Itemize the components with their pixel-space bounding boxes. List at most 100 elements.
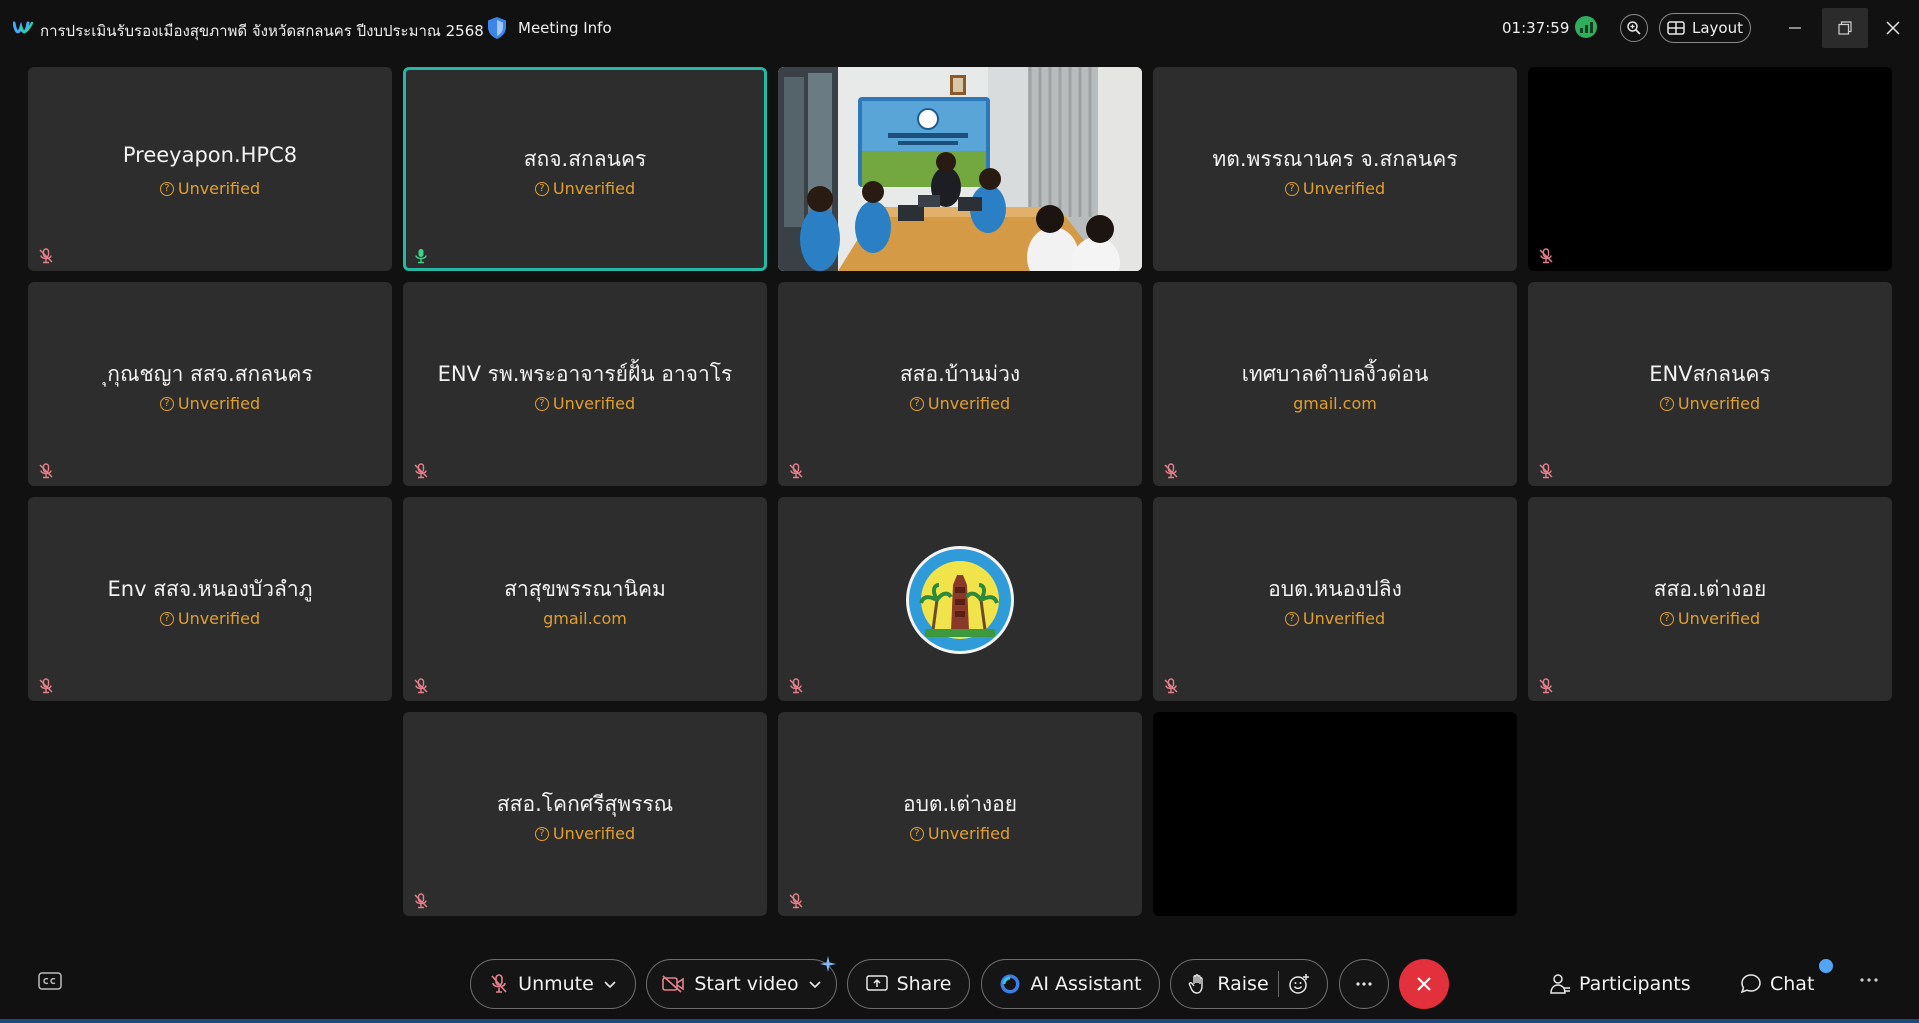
mic-muted-icon (1539, 678, 1553, 694)
participant-tile[interactable]: สาสุขพรรณานิคม gmail.com (403, 497, 767, 701)
grid-layout-icon (1667, 21, 1685, 35)
mic-muted-icon (1539, 248, 1553, 264)
restore-icon (1838, 21, 1852, 35)
mic-active-icon (415, 249, 427, 264)
verification-status: ? Unverified (778, 824, 1142, 843)
participant-tile[interactable]: อบต.หนองปลิง ? Unverified (1153, 497, 1517, 701)
raise-hand-icon (1189, 974, 1204, 994)
participant-tile[interactable]: สสอ.เต่างอย ? Unverified (1528, 497, 1892, 701)
restore-button[interactable] (1822, 8, 1868, 48)
mic-muted-icon (414, 463, 428, 479)
verification-status: ? Unverified (28, 179, 392, 198)
meeting-title: การประเมินรับรองเมืองสุขภาพดี จังหวัดสกล… (40, 22, 484, 40)
unverified-icon: ? (1659, 396, 1674, 411)
close-icon (1886, 21, 1900, 35)
webex-logo-icon (13, 21, 33, 34)
mic-muted-icon (414, 678, 428, 694)
ai-assistant-button[interactable]: AI Assistant (981, 959, 1160, 1009)
participant-tile[interactable]: สสอ.บ้านม่วง ? Unverified (778, 282, 1142, 486)
chat-bubble-icon (1740, 974, 1761, 994)
participant-tile[interactable]: Preeyapon.HPC8 ? Unverified (28, 67, 392, 271)
unmute-label: Unmute (518, 973, 594, 995)
chat-label: Chat (1770, 973, 1815, 995)
unverified-icon: ? (1659, 611, 1674, 626)
unverified-icon: ? (1284, 181, 1299, 196)
participants-button[interactable]: Participants (1549, 966, 1691, 1002)
ai-assistant-icon (1000, 974, 1020, 994)
status-text: gmail.com (1293, 394, 1377, 413)
start-video-button[interactable]: Start video (646, 959, 837, 1009)
participant-tile[interactable]: ENVสกลนคร ? Unverified (1528, 282, 1892, 486)
mic-muted-icon (789, 893, 803, 909)
close-window-button[interactable] (1870, 8, 1916, 48)
status-text: Unverified (552, 179, 636, 198)
verification-status: ? Unverified (28, 609, 392, 628)
status-text: Unverified (552, 394, 636, 413)
closed-captions-icon[interactable] (38, 972, 62, 992)
minimize-button[interactable] (1772, 8, 1818, 48)
verification-status: ? Unverified (1528, 394, 1892, 413)
verification-status: ? Unverified (1153, 609, 1517, 628)
meeting-info-link[interactable]: Meeting Info (518, 19, 612, 37)
mic-muted-icon (39, 678, 53, 694)
participant-tile[interactable]: ทต.พรรณานคร จ.สกลนคร ? Unverified (1153, 67, 1517, 271)
unverified-icon: ? (159, 181, 174, 196)
participant-tile[interactable]: สสอ.โคกศรีสุพรรณ ? Unverified (403, 712, 767, 916)
mic-muted-icon (414, 893, 428, 909)
verification-status: ? Unverified (1528, 609, 1892, 628)
mic-muted-icon (789, 463, 803, 479)
participant-tile[interactable]: ุกุณชญา สสจ.สกลนคร ? Unverified (28, 282, 392, 486)
participant-video-room[interactable] (778, 67, 1142, 271)
verification-status: ? Unverified (28, 394, 392, 413)
overflow-menu-icon[interactable] (1858, 972, 1880, 988)
shield-icon[interactable] (486, 16, 508, 40)
participant-name: สสอ.โคกศรีสุพรรณ (496, 792, 674, 816)
chat-button[interactable]: Chat (1740, 966, 1814, 1002)
ai-assistant-label: AI Assistant (1030, 973, 1142, 995)
verification-status: ? Unverified (403, 394, 767, 413)
layout-button[interactable]: Layout (1659, 13, 1751, 43)
unverified-icon: ? (534, 181, 549, 196)
more-options-button[interactable] (1339, 959, 1389, 1009)
raise-hand-button[interactable]: Raise (1170, 959, 1328, 1009)
mic-muted-icon (39, 248, 53, 264)
status-text: Unverified (927, 824, 1011, 843)
status-text: Unverified (1302, 609, 1386, 628)
participant-tile-video-off[interactable] (1528, 67, 1892, 271)
participant-name: ทต.พรรณานคร จ.สกลนคร (1212, 147, 1458, 171)
verification-status: ? Unverified (1153, 179, 1517, 198)
chevron-down-icon[interactable] (603, 979, 617, 989)
leave-meeting-button[interactable] (1399, 959, 1449, 1009)
participant-name: ENV รพ.พระอาจารย์ฝั้น อาจาโร (437, 362, 733, 386)
participant-name: สาสุขพรรณานิคม (504, 577, 666, 601)
participant-tile[interactable]: อบต.เต่างอย ? Unverified (778, 712, 1142, 916)
chevron-down-icon[interactable] (808, 979, 822, 989)
unverified-icon: ? (534, 396, 549, 411)
zoom-button[interactable] (1620, 14, 1648, 42)
reactions-emoji-icon[interactable] (1288, 973, 1310, 995)
verification-status: gmail.com (1153, 394, 1517, 413)
unverified-icon: ? (534, 826, 549, 841)
share-button[interactable]: Share (847, 959, 970, 1009)
participant-tile-video-off[interactable] (1153, 712, 1517, 916)
participant-name: Preeyapon.HPC8 (122, 143, 298, 167)
participant-tile-active-speaker[interactable]: สถจ.สกลนคร ? Unverified (403, 67, 767, 271)
participant-tile[interactable]: เทศบาลตำบลงิ้วด่อน gmail.com (1153, 282, 1517, 486)
chat-unread-badge (1819, 959, 1833, 973)
verification-status: ? Unverified (778, 394, 1142, 413)
network-signal-icon[interactable] (1575, 16, 1597, 38)
status-text: Unverified (177, 609, 261, 628)
meeting-timer: 01:37:59 (1502, 19, 1570, 37)
participant-tile[interactable]: ENV รพ.พระอาจารย์ฝั้น อาจาโร ? Unverifie… (403, 282, 767, 486)
mic-muted-icon (1164, 463, 1178, 479)
window-bottom-border (0, 1019, 1919, 1023)
verification-status: ? Unverified (403, 824, 767, 843)
participant-name: สสอ.เต่างอย (1653, 577, 1767, 601)
unverified-icon: ? (909, 396, 924, 411)
unmute-button[interactable]: Unmute (470, 959, 636, 1009)
participant-tile[interactable]: Env สสจ.หนองบัวลำภู ? Unverified (28, 497, 392, 701)
start-video-label: Start video (694, 973, 799, 995)
status-text: gmail.com (543, 609, 627, 628)
unverified-icon: ? (159, 611, 174, 626)
participant-tile-logo[interactable] (778, 497, 1142, 701)
